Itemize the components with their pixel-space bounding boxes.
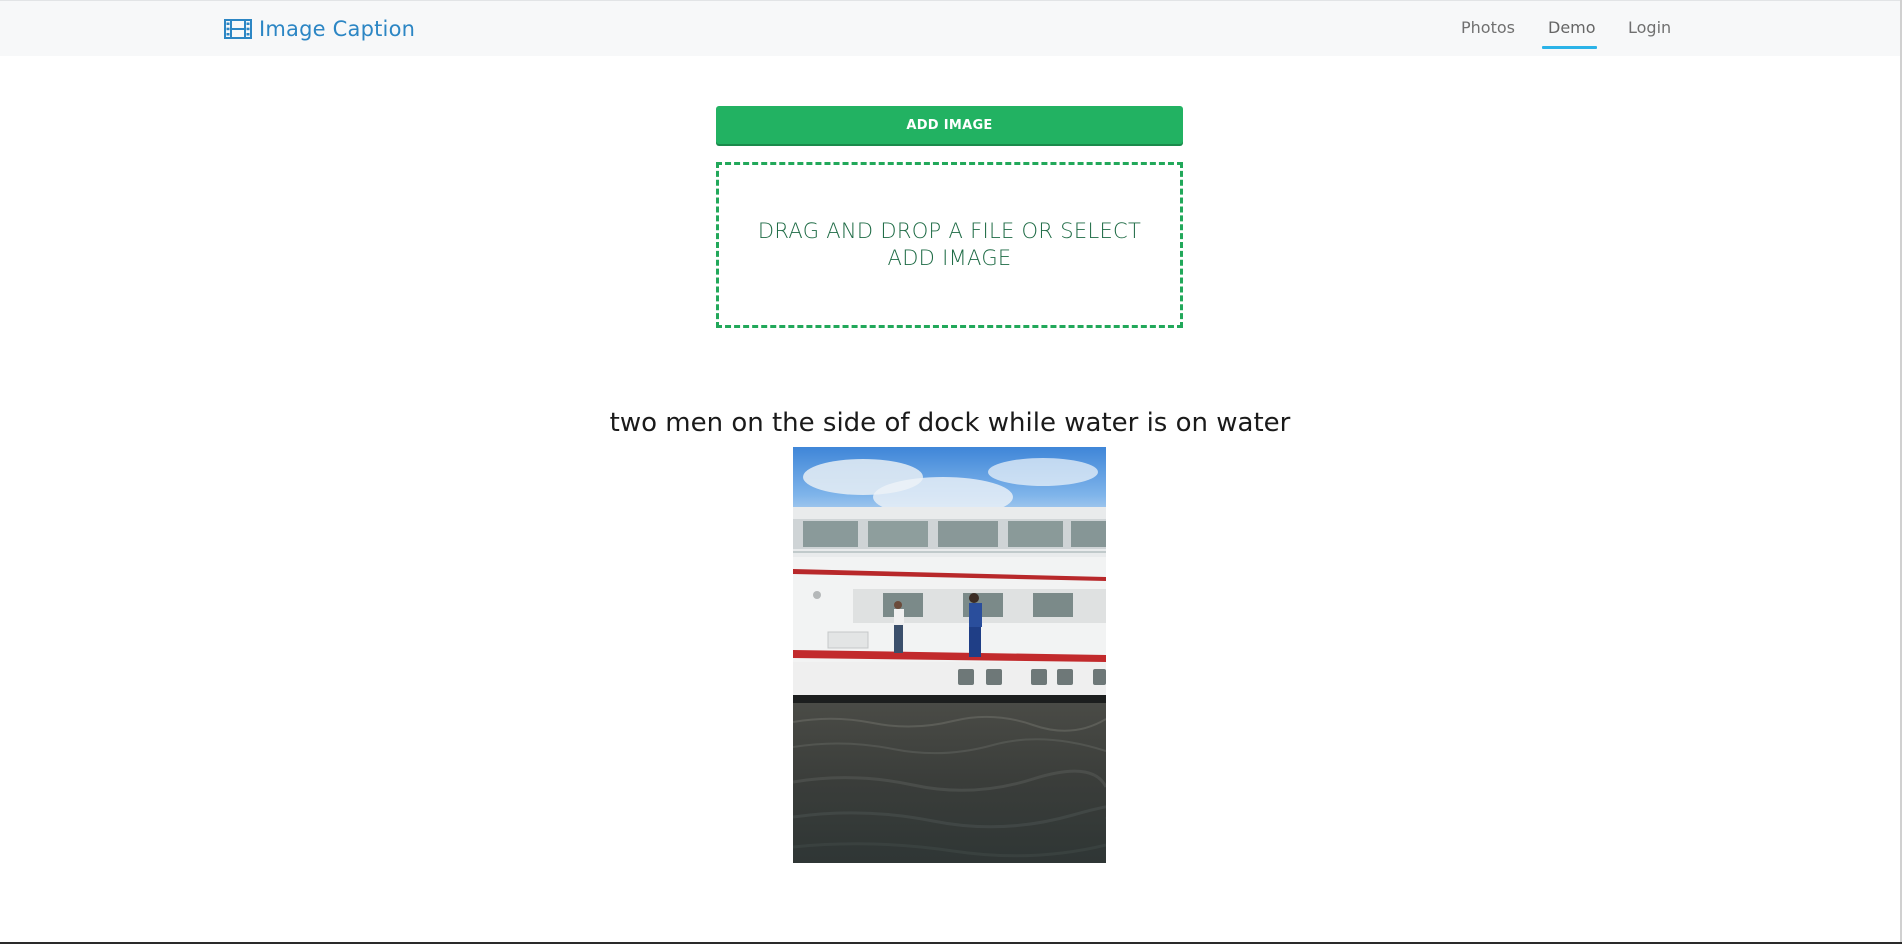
add-image-button[interactable]: ADD IMAGE (716, 106, 1183, 144)
generated-caption: two men on the side of dock while water … (609, 408, 1291, 438)
dropzone-text: DRAG AND DROP A FILE OR SELECT ADD IMAGE (757, 219, 1142, 270)
uploaded-photo (793, 447, 1106, 863)
boat-photo-image (793, 447, 1106, 863)
brand-link[interactable]: Image Caption (224, 15, 415, 43)
nav-item-demo[interactable]: Demo (1548, 18, 1596, 37)
film-icon (224, 19, 252, 39)
brand-title: Image Caption (259, 17, 416, 41)
nav-item-photos[interactable]: Photos (1461, 18, 1515, 37)
active-tab-indicator (1542, 46, 1597, 49)
nav-item-login[interactable]: Login (1628, 18, 1671, 37)
file-dropzone[interactable]: DRAG AND DROP A FILE OR SELECT ADD IMAGE (716, 162, 1183, 328)
top-navbar: Image Caption Photos Demo Login (0, 0, 1902, 56)
